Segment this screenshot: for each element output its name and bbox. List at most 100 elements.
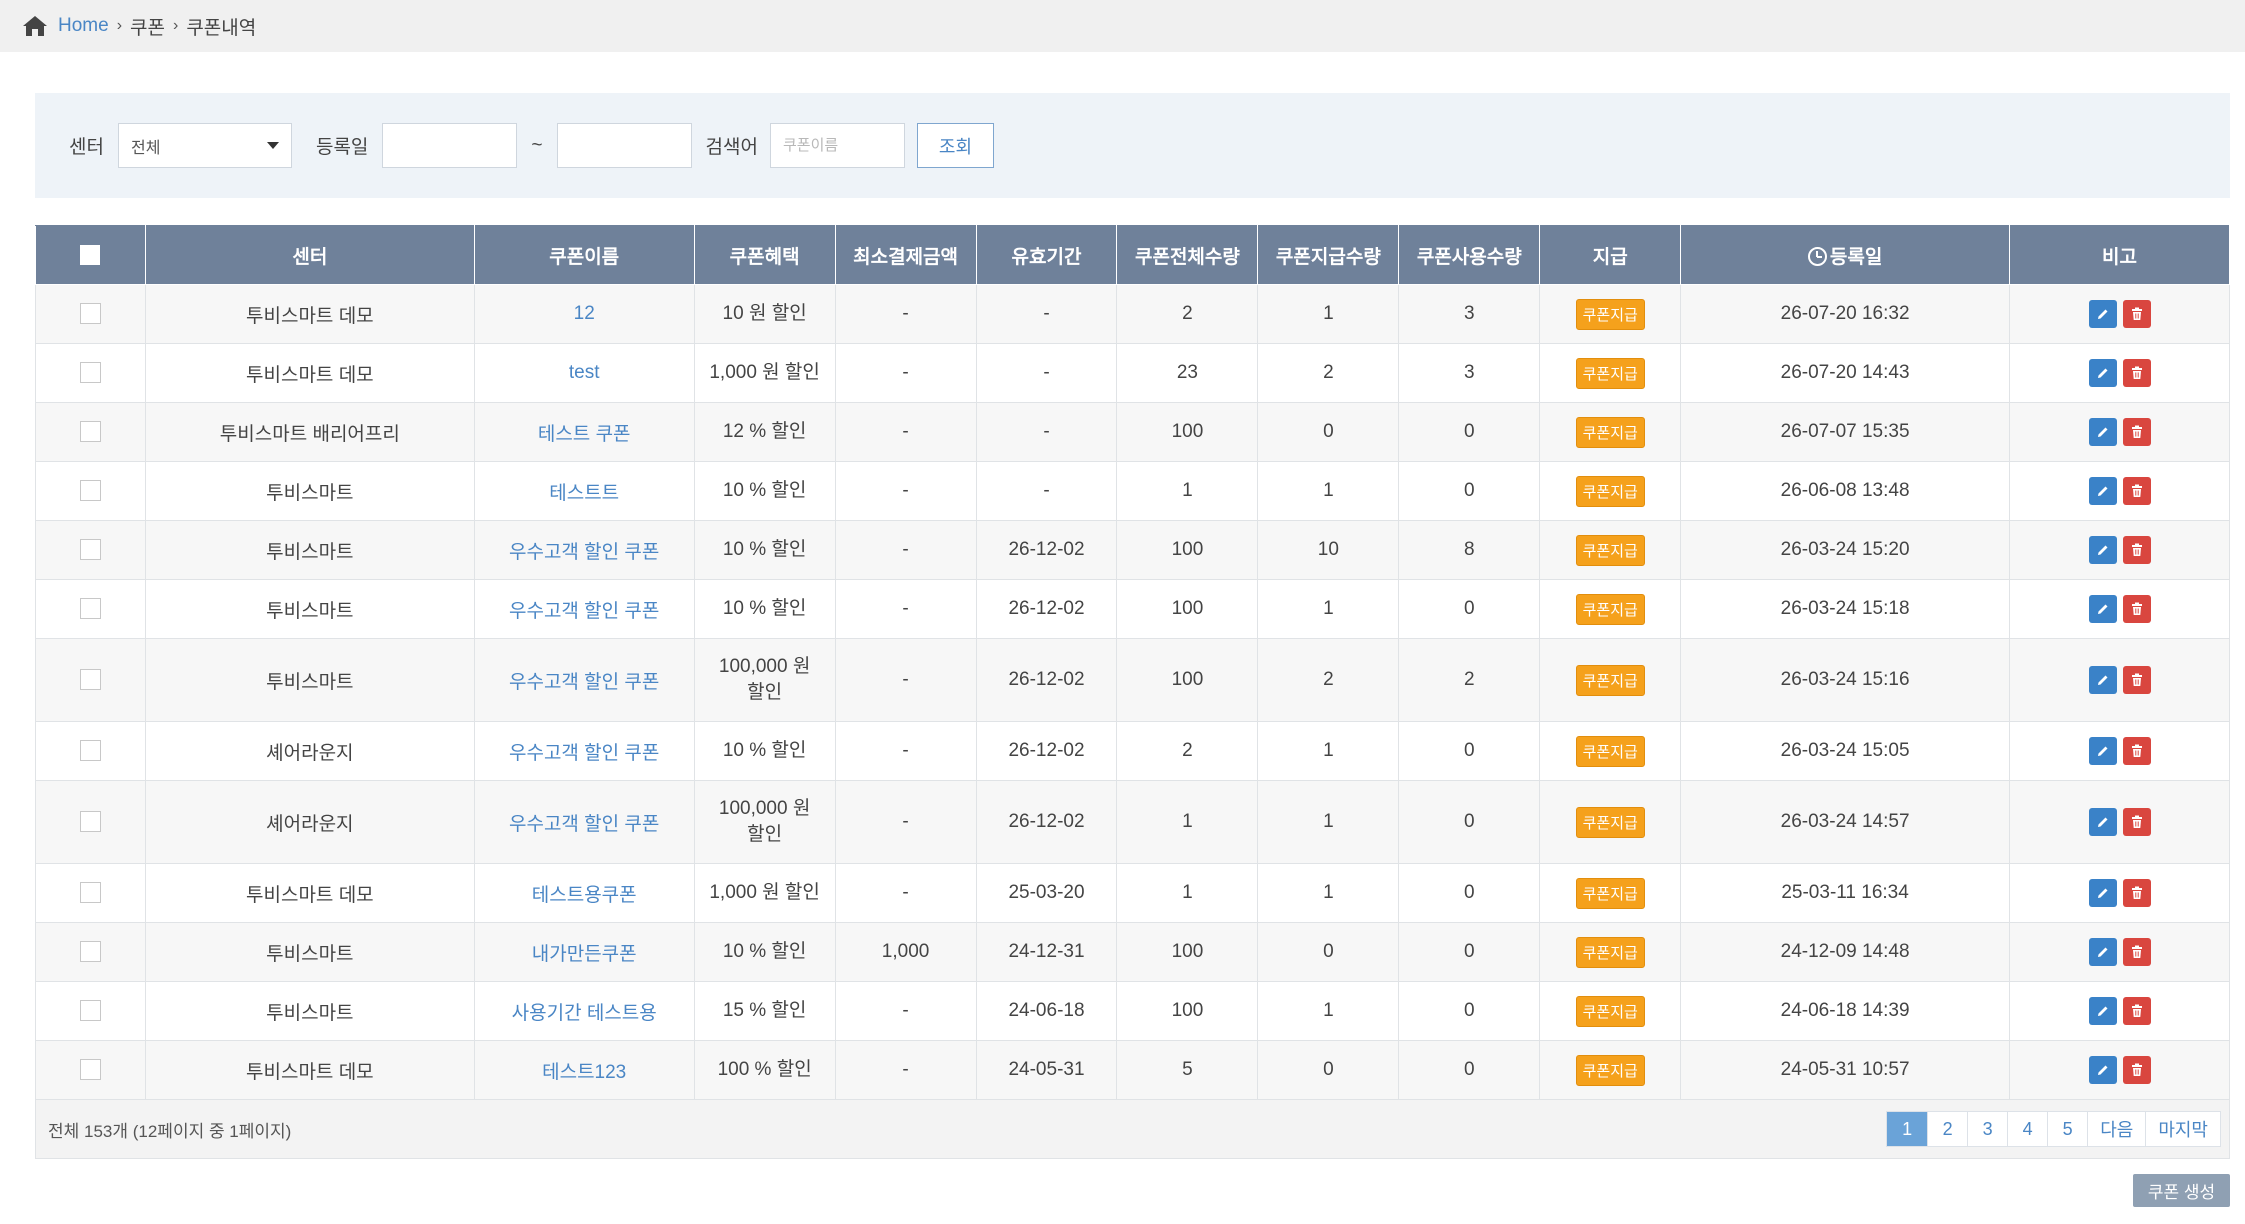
row-checkbox[interactable]: [79, 303, 101, 325]
edit-icon[interactable]: [2088, 595, 2117, 623]
coupon-name-link[interactable]: 우수고객 할인 쿠폰: [473, 780, 695, 864]
trash-icon[interactable]: [2122, 1056, 2151, 1084]
trash-icon[interactable]: [2122, 879, 2151, 907]
breadcrumb-coupon[interactable]: 쿠폰: [130, 13, 165, 40]
coupon-name-link[interactable]: 우수고객 할인 쿠폰: [473, 638, 695, 722]
issue-coupon-button[interactable]: 쿠폰지급: [1575, 298, 1645, 330]
column-header[interactable]: 쿠폰사용수량: [1398, 225, 1541, 285]
last-page-button[interactable]: 마지막: [2145, 1112, 2220, 1146]
row-checkbox[interactable]: [79, 811, 101, 833]
issue-cell: 쿠폰지급: [1539, 922, 1682, 982]
issue-coupon-button[interactable]: 쿠폰지급: [1575, 877, 1645, 909]
edit-icon[interactable]: [2088, 1056, 2117, 1084]
column-header[interactable]: 쿠폰혜택: [693, 225, 836, 285]
row-checkbox[interactable]: [79, 421, 101, 443]
edit-icon[interactable]: [2088, 300, 2117, 328]
create-coupon-button[interactable]: 쿠폰 생성: [2133, 1174, 2230, 1207]
page-3-button[interactable]: 3: [1967, 1112, 2007, 1146]
issue-cell: 쿠폰지급: [1539, 1040, 1682, 1100]
actions-cell: [2009, 780, 2230, 864]
column-header-date[interactable]: 등록일: [1680, 225, 2010, 285]
trash-icon[interactable]: [2122, 418, 2151, 446]
coupon-name-link[interactable]: 테스트123: [473, 1040, 695, 1100]
page-1-button[interactable]: 1: [1887, 1112, 1928, 1146]
row-checkbox[interactable]: [79, 669, 101, 691]
coupon-name-link[interactable]: test: [473, 343, 695, 403]
issue-coupon-button[interactable]: 쿠폰지급: [1575, 357, 1645, 389]
trash-icon[interactable]: [2122, 477, 2151, 505]
row-checkbox[interactable]: [79, 941, 101, 963]
edit-icon[interactable]: [2088, 477, 2117, 505]
benefit-cell: 100,000 원 할인: [693, 638, 836, 722]
trash-icon[interactable]: [2122, 359, 2151, 387]
start-date-input[interactable]: [382, 123, 518, 168]
trash-icon[interactable]: [2122, 536, 2151, 564]
end-date-input[interactable]: [556, 123, 692, 168]
coupon-name-link[interactable]: 내가만든쿠폰: [473, 922, 695, 982]
edit-icon[interactable]: [2088, 808, 2117, 836]
next-page-button[interactable]: 다음: [2087, 1112, 2145, 1146]
coupon-name-link[interactable]: 우수고객 할인 쿠폰: [473, 721, 695, 781]
coupon-name-link[interactable]: 12: [473, 284, 695, 344]
column-header[interactable]: 쿠폰지급수량: [1257, 225, 1400, 285]
edit-icon[interactable]: [2088, 666, 2117, 694]
issue-coupon-button[interactable]: 쿠폰지급: [1575, 735, 1645, 767]
column-header[interactable]: 지급: [1539, 225, 1682, 285]
page-4-button[interactable]: 4: [2007, 1112, 2047, 1146]
edit-icon[interactable]: [2088, 418, 2117, 446]
trash-icon[interactable]: [2122, 808, 2151, 836]
coupon-name-link[interactable]: 우수고객 할인 쿠폰: [473, 520, 695, 580]
row-select-cell: [35, 461, 146, 521]
row-checkbox[interactable]: [79, 1059, 101, 1081]
issue-coupon-button[interactable]: 쿠폰지급: [1575, 593, 1645, 625]
trash-icon[interactable]: [2122, 300, 2151, 328]
column-header[interactable]: 쿠폰이름: [473, 225, 695, 285]
trash-icon[interactable]: [2122, 666, 2151, 694]
row-checkbox[interactable]: [79, 882, 101, 904]
coupon-name-search-input[interactable]: [769, 123, 905, 168]
column-header[interactable]: 센터: [144, 225, 475, 285]
coupon-name-link[interactable]: 사용기간 테스트용: [473, 981, 695, 1041]
edit-icon[interactable]: [2088, 938, 2117, 966]
issue-coupon-button[interactable]: 쿠폰지급: [1575, 475, 1645, 507]
edit-icon[interactable]: [2088, 997, 2117, 1025]
issue-coupon-button[interactable]: 쿠폰지급: [1575, 995, 1645, 1027]
edit-icon[interactable]: [2088, 359, 2117, 387]
trash-icon[interactable]: [2122, 938, 2151, 966]
issue-coupon-button[interactable]: 쿠폰지급: [1575, 534, 1645, 566]
used-quantity-cell: 3: [1398, 343, 1541, 403]
breadcrumb-home-link[interactable]: Home: [58, 15, 109, 37]
clock-icon: [1807, 246, 1827, 266]
column-header[interactable]: 최소결제금액: [834, 225, 977, 285]
page-2-button[interactable]: 2: [1927, 1112, 1967, 1146]
issue-coupon-button[interactable]: 쿠폰지급: [1575, 664, 1645, 696]
edit-icon[interactable]: [2088, 737, 2117, 765]
row-checkbox[interactable]: [79, 362, 101, 384]
edit-icon[interactable]: [2088, 879, 2117, 907]
column-header[interactable]: 유효기간: [975, 225, 1118, 285]
actions-cell: [2009, 863, 2230, 923]
search-button[interactable]: 조회: [916, 123, 994, 168]
row-checkbox[interactable]: [79, 740, 101, 762]
issue-coupon-button[interactable]: 쿠폰지급: [1575, 416, 1645, 448]
row-checkbox[interactable]: [79, 539, 101, 561]
issue-coupon-button[interactable]: 쿠폰지급: [1575, 1054, 1645, 1086]
issue-coupon-button[interactable]: 쿠폰지급: [1575, 936, 1645, 968]
page-5-button[interactable]: 5: [2047, 1112, 2087, 1146]
center-select[interactable]: 전체: [117, 123, 292, 168]
coupon-name-link[interactable]: 우수고객 할인 쿠폰: [473, 579, 695, 639]
coupon-name-link[interactable]: 테스트 쿠폰: [473, 402, 695, 462]
home-icon[interactable]: [22, 15, 48, 37]
coupon-name-link[interactable]: 테스트용쿠폰: [473, 863, 695, 923]
issue-coupon-button[interactable]: 쿠폰지급: [1575, 806, 1645, 838]
row-checkbox[interactable]: [79, 480, 101, 502]
trash-icon[interactable]: [2122, 595, 2151, 623]
column-header[interactable]: 쿠폰전체수량: [1116, 225, 1259, 285]
row-checkbox[interactable]: [79, 598, 101, 620]
trash-icon[interactable]: [2122, 737, 2151, 765]
coupon-name-link[interactable]: 테스트트: [473, 461, 695, 521]
select-all-checkbox[interactable]: [80, 244, 101, 265]
trash-icon[interactable]: [2122, 997, 2151, 1025]
row-checkbox[interactable]: [79, 1000, 101, 1022]
edit-icon[interactable]: [2088, 536, 2117, 564]
